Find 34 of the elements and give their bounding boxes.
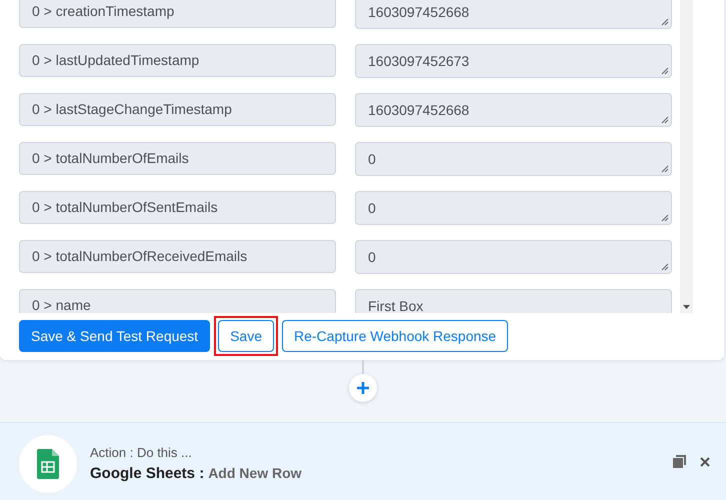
resize-handle-icon	[661, 214, 669, 222]
key-field[interactable]: 0 > totalNumberOfReceivedEmails	[19, 240, 336, 273]
resize-handle-icon	[661, 263, 669, 271]
key-field[interactable]: 0 > name	[19, 289, 336, 313]
value-field[interactable]: 0	[355, 191, 672, 225]
resize-handle-icon	[661, 67, 669, 75]
key-field[interactable]: 0 > totalNumberOfEmails	[19, 142, 336, 175]
key-field[interactable]: 0 > creationTimestamp	[19, 0, 336, 28]
value-field[interactable]: 0	[355, 240, 672, 274]
key-field[interactable]: 0 > lastUpdatedTimestamp	[19, 44, 336, 77]
value-field[interactable]: First Box	[355, 289, 672, 313]
close-icon[interactable]	[700, 456, 710, 466]
resize-handle-icon	[661, 165, 669, 173]
plus-icon	[357, 382, 369, 394]
key-field[interactable]: 0 > lastStageChangeTimestamp	[19, 93, 336, 126]
value-field[interactable]: 0	[355, 142, 672, 176]
app-name: Google Sheets :	[90, 464, 204, 484]
value-field[interactable]: 1603097452673	[355, 44, 672, 78]
action-button[interactable]: Re-Capture Webhook Response	[282, 320, 508, 352]
action-step-card[interactable]: Action : Do this ... Google Sheets : Add New Row	[0, 422, 726, 500]
action-button[interactable]: Save	[218, 320, 274, 352]
action-caption: Action : Do this ...	[90, 445, 193, 461]
resize-handle-icon	[661, 116, 669, 124]
value-field[interactable]: 1603097452668	[355, 0, 672, 29]
value-field[interactable]: 1603097452668	[355, 93, 672, 127]
scroll-down-arrow-icon[interactable]	[683, 305, 690, 309]
resize-handle-icon	[661, 18, 669, 26]
copy-icon[interactable]	[673, 455, 686, 468]
connector-line	[362, 360, 364, 374]
action-button[interactable]: Save & Send Test Request	[19, 320, 210, 352]
add-step-button[interactable]	[349, 374, 377, 402]
key-field[interactable]: 0 > totalNumberOfSentEmails	[19, 191, 336, 224]
event-name: Add New Row	[208, 464, 302, 483]
spreadsheet-icon	[37, 449, 59, 479]
